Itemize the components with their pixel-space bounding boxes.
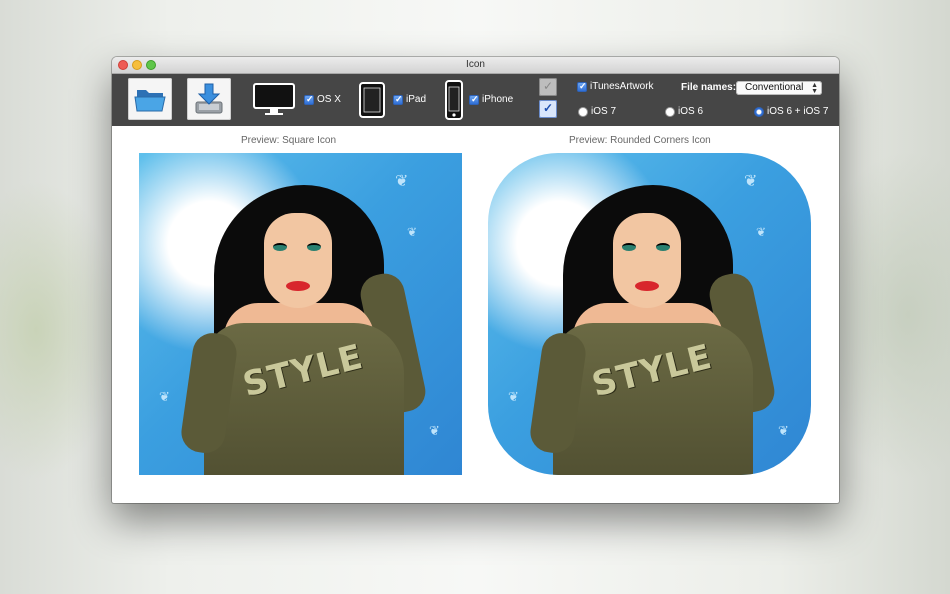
minimize-button[interactable] bbox=[132, 60, 142, 70]
square-icon-preview: ❦ ❦ ❦ ❦ STYLE bbox=[139, 153, 462, 475]
iphone-label: iPhone bbox=[482, 94, 514, 105]
download-icon bbox=[195, 83, 223, 114]
sweater-text: STYLE bbox=[587, 336, 717, 406]
background-blur-left bbox=[0, 180, 120, 480]
close-button[interactable] bbox=[118, 60, 128, 70]
ios6-ios7-label: iOS 6 + iOS 7 bbox=[767, 106, 829, 117]
butterfly-icon: ❦ bbox=[756, 225, 767, 239]
ipad-icon bbox=[359, 82, 385, 118]
chevron-down-icon: ▼ bbox=[811, 88, 818, 95]
ipad-label: iPad bbox=[406, 94, 427, 105]
illustration-lips bbox=[635, 281, 659, 291]
butterfly-icon: ❦ bbox=[159, 389, 170, 404]
iphone-checkbox[interactable] bbox=[469, 94, 479, 105]
file-names-label: File names: bbox=[681, 82, 737, 93]
illustration-lips bbox=[286, 281, 310, 291]
folder-icon bbox=[134, 90, 166, 112]
rounded-preview-toggle[interactable]: ✓ bbox=[539, 100, 557, 118]
open-button[interactable] bbox=[128, 78, 172, 120]
illustration-eye bbox=[656, 243, 670, 251]
butterfly-icon: ❦ bbox=[744, 173, 758, 190]
window-title: Icon bbox=[466, 59, 485, 70]
butterfly-icon: ❦ bbox=[407, 225, 418, 239]
illustration-eye bbox=[307, 243, 321, 251]
butterfly-icon: ❦ bbox=[508, 389, 519, 404]
illustration-face bbox=[264, 213, 332, 308]
illustration-eye bbox=[622, 243, 636, 251]
itunes-artwork-checkbox[interactable] bbox=[577, 81, 587, 92]
illustration-eye bbox=[273, 243, 287, 251]
rounded-preview-title: Preview: Rounded Corners Icon bbox=[569, 135, 711, 146]
checkmark-icon: ✓ bbox=[543, 101, 554, 115]
osx-label: OS X bbox=[317, 94, 341, 105]
file-names-select[interactable]: Conventional ▲ ▼ bbox=[736, 81, 822, 95]
toolbar: OS X iPad iPhone ✓ ✓ iTunesArtwork File … bbox=[112, 74, 839, 126]
osx-checkbox[interactable] bbox=[304, 94, 314, 105]
illustration-face bbox=[613, 213, 681, 308]
monitor-icon bbox=[253, 83, 295, 115]
ios6-ios7-radio[interactable] bbox=[754, 107, 764, 117]
app-window: Icon OS X bbox=[112, 57, 839, 503]
butterfly-icon: ❦ bbox=[395, 173, 409, 190]
export-button[interactable] bbox=[187, 78, 231, 120]
sweater-text: STYLE bbox=[238, 336, 368, 406]
ios6-radio[interactable] bbox=[665, 107, 675, 117]
zoom-button[interactable] bbox=[146, 60, 156, 70]
checkmark-icon: ✓ bbox=[543, 79, 554, 93]
square-preview-toggle[interactable]: ✓ bbox=[539, 78, 557, 96]
title-bar[interactable]: Icon bbox=[112, 57, 839, 74]
rounded-icon-preview: ❦ ❦ ❦ ❦ STYLE bbox=[488, 153, 811, 475]
ios7-label: iOS 7 bbox=[591, 106, 617, 117]
iphone-icon bbox=[445, 80, 463, 120]
ipad-checkbox[interactable] bbox=[393, 94, 403, 105]
file-names-value: Conventional bbox=[745, 82, 804, 93]
butterfly-icon: ❦ bbox=[429, 423, 440, 438]
ios6-label: iOS 6 bbox=[678, 106, 704, 117]
square-preview-title: Preview: Square Icon bbox=[241, 135, 337, 146]
butterfly-icon: ❦ bbox=[778, 423, 789, 438]
itunes-artwork-label: iTunesArtwork bbox=[590, 81, 654, 92]
ios7-radio[interactable] bbox=[578, 107, 588, 117]
